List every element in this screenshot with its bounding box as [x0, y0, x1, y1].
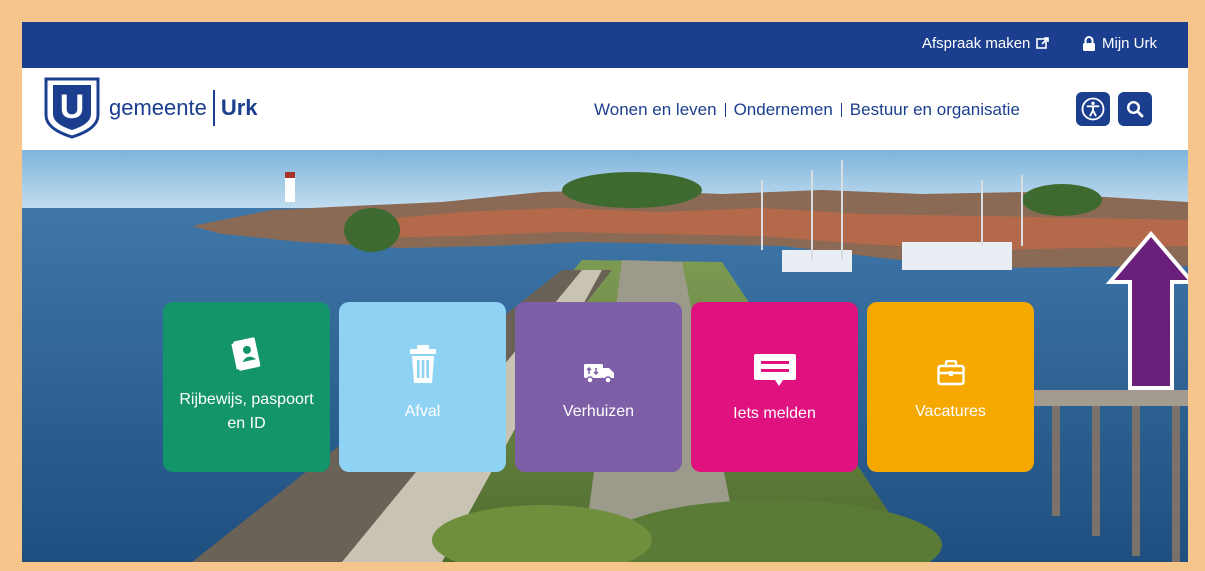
tile-label: Verhuizen [562, 403, 635, 420]
logo-prefix: gemeente [109, 95, 207, 120]
hero-image: Rijbewijs, paspoort en ID Afval Verhuize… [22, 150, 1188, 562]
tile-label: Afval [404, 403, 441, 420]
my-urk-label: Mijn Urk [1102, 35, 1157, 52]
logo-name: Urk [220, 95, 258, 120]
tile-afval[interactable]: Afval [339, 302, 506, 472]
tile-vacatures[interactable]: Vacatures [867, 302, 1034, 472]
briefcase-icon [936, 360, 965, 386]
accessibility-icon [1081, 97, 1105, 121]
municipality-logo[interactable]: U gemeente Urk [43, 77, 258, 139]
accessibility-button[interactable] [1076, 92, 1110, 126]
search-button[interactable] [1118, 92, 1152, 126]
id-card-icon [230, 337, 260, 371]
tile-label: Rijbewijs, paspoort en ID [179, 391, 314, 432]
main-nav: Wonen en leven Ondernemen Bestuur en org… [594, 100, 1020, 120]
site-header: U gemeente Urk Wonen en leven Ondernemen… [22, 68, 1188, 150]
trash-bin-icon [409, 345, 436, 383]
appointment-link-label: Afspraak maken [922, 35, 1031, 52]
lock-icon [1083, 36, 1095, 51]
utility-bar: Afspraak maken Mijn Urk [22, 22, 1188, 68]
tile-verhuizen[interactable]: Verhuizen [515, 302, 682, 472]
urk-shield-icon: U [44, 77, 100, 139]
chat-message-icon [753, 354, 796, 386]
my-urk-link[interactable]: Mijn Urk [1082, 35, 1157, 52]
search-icon [1126, 100, 1144, 118]
nav-divider [840, 103, 842, 117]
tile-label: Vacatures [915, 403, 986, 420]
nav-divider [724, 103, 726, 117]
tile-iets-melden[interactable]: Iets melden [691, 302, 858, 472]
external-link-icon [1036, 37, 1050, 49]
nav-item-wonen[interactable]: Wonen en leven [594, 100, 717, 120]
tile-label: Iets melden [733, 405, 816, 422]
moving-truck-icon [583, 364, 614, 384]
logo-letter: U [60, 88, 85, 126]
nav-item-bestuur[interactable]: Bestuur en organisatie [850, 100, 1020, 120]
browser-viewport: Afspraak maken Mijn Urk U gemeente Urk W… [22, 22, 1188, 562]
nav-item-ondernemen[interactable]: Ondernemen [734, 100, 833, 120]
tile-rijbewijs[interactable]: Rijbewijs, paspoort en ID [163, 302, 330, 472]
appointment-link[interactable]: Afspraak maken [922, 35, 1050, 52]
logo-separator [212, 90, 215, 126]
